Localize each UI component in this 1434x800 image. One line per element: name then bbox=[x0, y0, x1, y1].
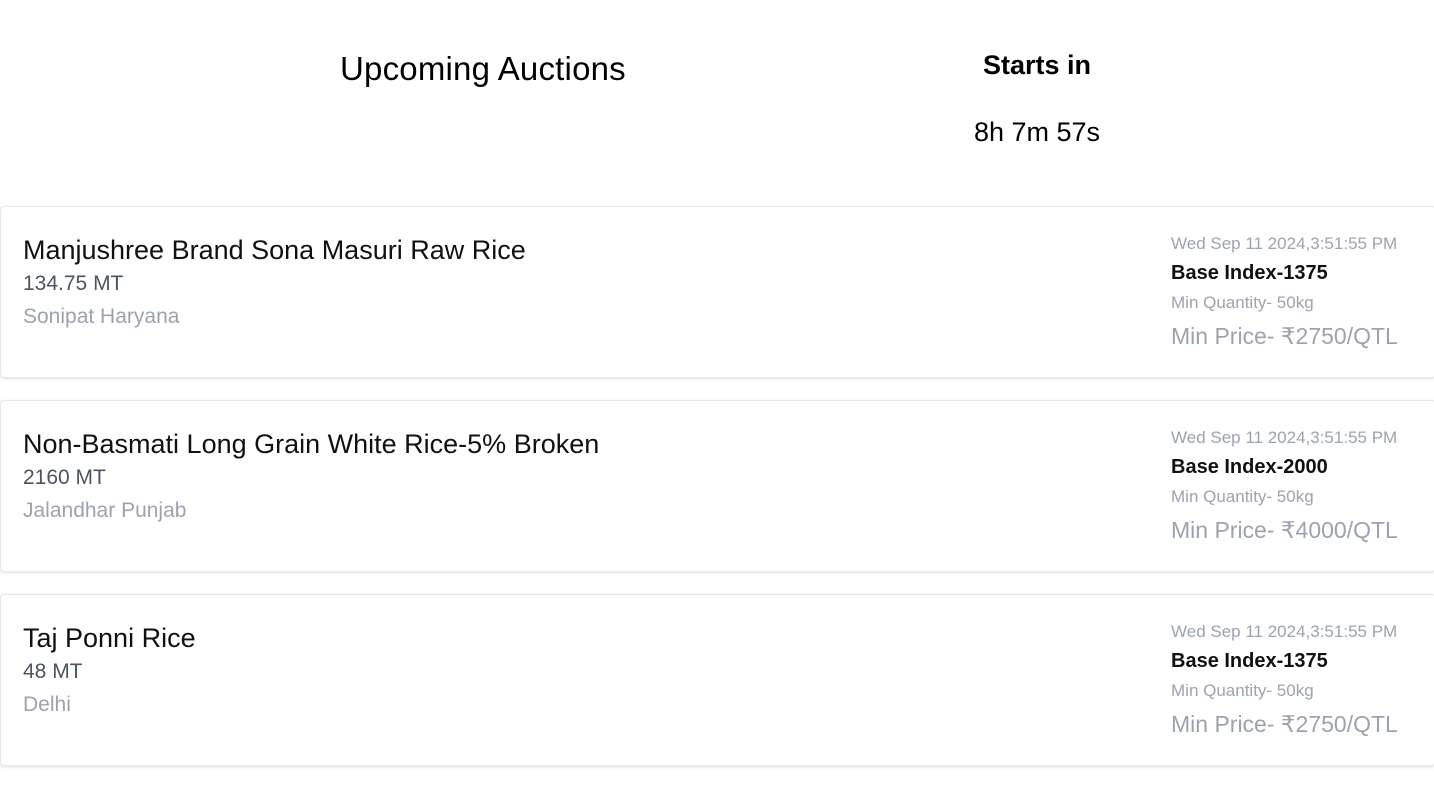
product-location: Delhi bbox=[23, 693, 71, 716]
auction-card[interactable]: Manjushree Brand Sona Masuri Raw Rice 13… bbox=[0, 206, 1434, 378]
auction-card-pricing: Wed Sep 11 2024,3:51:55 PM Base Index-13… bbox=[1171, 231, 1434, 355]
auction-date: Wed Sep 11 2024,3:51:55 PM bbox=[1171, 234, 1398, 253]
auction-card-details: Non-Basmati Long Grain White Rice-5% Bro… bbox=[23, 427, 599, 527]
base-index: Base Index-1375 bbox=[1171, 262, 1328, 284]
auction-card[interactable]: Non-Basmati Long Grain White Rice-5% Bro… bbox=[0, 400, 1434, 572]
auction-list: Manjushree Brand Sona Masuri Raw Rice 13… bbox=[0, 206, 1434, 788]
product-name: Non-Basmati Long Grain White Rice-5% Bro… bbox=[23, 429, 600, 459]
product-quantity: 48 MT bbox=[23, 660, 83, 683]
product-quantity: 134.75 MT bbox=[23, 272, 124, 295]
min-quantity: Min Quantity- 50kg bbox=[1171, 293, 1314, 312]
min-price: Min Price- ₹4000/QTL bbox=[1171, 517, 1398, 543]
auction-card[interactable]: Taj Ponni Rice 48 MT Delhi Wed Sep 11 20… bbox=[0, 594, 1434, 766]
min-quantity: Min Quantity- 50kg bbox=[1171, 487, 1314, 506]
page-title: Upcoming Auctions bbox=[340, 50, 626, 87]
countdown-timer: 8h 7m 57s bbox=[973, 117, 1101, 147]
page: Upcoming Auctions Starts in 8h 7m 57s Ma… bbox=[0, 0, 1434, 800]
auction-card-pricing: Wed Sep 11 2024,3:51:55 PM Base Index-13… bbox=[1171, 619, 1434, 743]
auction-date: Wed Sep 11 2024,3:51:55 PM bbox=[1171, 622, 1398, 641]
min-quantity: Min Quantity- 50kg bbox=[1171, 681, 1314, 700]
product-quantity: 2160 MT bbox=[23, 466, 106, 489]
product-location: Jalandhar Punjab bbox=[23, 499, 187, 522]
min-price: Min Price- ₹2750/QTL bbox=[1171, 711, 1398, 737]
auction-card-details: Manjushree Brand Sona Masuri Raw Rice 13… bbox=[23, 233, 526, 333]
header: Upcoming Auctions Starts in 8h 7m 57s bbox=[0, 0, 1434, 190]
product-location: Sonipat Haryana bbox=[23, 305, 180, 328]
auction-date: Wed Sep 11 2024,3:51:55 PM bbox=[1171, 428, 1398, 447]
product-name: Manjushree Brand Sona Masuri Raw Rice bbox=[23, 235, 526, 265]
min-price: Min Price- ₹2750/QTL bbox=[1171, 323, 1398, 349]
auction-card-details: Taj Ponni Rice 48 MT Delhi bbox=[23, 621, 196, 721]
auction-card-pricing: Wed Sep 11 2024,3:51:55 PM Base Index-20… bbox=[1171, 425, 1434, 549]
base-index: Base Index-1375 bbox=[1171, 650, 1328, 672]
product-name: Taj Ponni Rice bbox=[23, 623, 196, 653]
countdown-label: Starts in bbox=[982, 50, 1092, 80]
base-index: Base Index-2000 bbox=[1171, 456, 1328, 478]
